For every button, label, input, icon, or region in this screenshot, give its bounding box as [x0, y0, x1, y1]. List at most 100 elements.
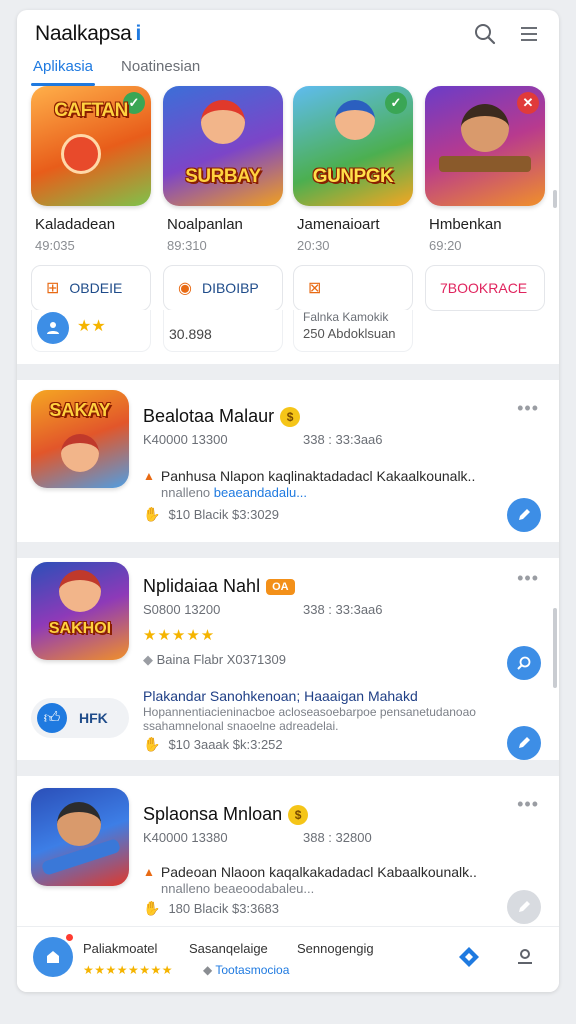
app-meta-sub: ◆ Baina Flabr X0371309: [143, 652, 286, 667]
close-badge-icon: ✕: [517, 92, 539, 114]
coin-icon: $: [288, 804, 309, 825]
more-options-icon[interactable]: •••: [517, 794, 539, 815]
app-stats: ✋ $10 3aaak $k:3:252: [143, 736, 283, 752]
chip-label: DIBOIBP: [201, 280, 259, 296]
section-divider: [17, 542, 559, 558]
chip-line: 250 Abdoklsuan: [303, 326, 396, 341]
thumb-icon: ✋: [143, 506, 161, 522]
app-art-text: GUNPGK: [312, 166, 394, 187]
user-icon[interactable]: [37, 312, 69, 344]
search-icon[interactable]: [473, 22, 497, 46]
character-art: [61, 434, 99, 472]
menu-icon[interactable]: [517, 22, 541, 46]
bottom-nav-item-2[interactable]: Sasanqelaige: [189, 941, 268, 956]
coin-icon: $: [280, 406, 301, 427]
thumb-icon: ✋: [143, 736, 161, 752]
featured-app-meta: 20:30: [297, 238, 330, 253]
featured-app-name: Kaladadean: [35, 216, 116, 233]
app-description-sub: nnalleno beaeoodabaleu...: [161, 881, 315, 896]
tag-icon: ◆: [143, 652, 157, 667]
character-art: [461, 104, 509, 152]
featured-app-meta: 69:20: [429, 238, 462, 253]
chip-bookrace[interactable]: 7BOOKRACE: [425, 265, 545, 311]
tag-badge: OA: [266, 578, 295, 595]
featured-app-icon-2[interactable]: SURBAY: [163, 86, 283, 206]
app-stats: ✋ 180 Blacik $3:3683: [143, 900, 280, 916]
scrollbar-thumb[interactable]: [553, 608, 557, 688]
featured-app-name: Jamenaioart: [297, 216, 380, 233]
featured-row: ✓ CAFTAN SURBAY ✓ GUNPGK ✕ Kaladadean 49…: [29, 86, 559, 253]
bottom-rating-text: ◆ Tootasmocioa: [203, 963, 290, 977]
thumbs-up-icon: 👍︎: [37, 703, 67, 733]
app-description: Plakandar Sanohkenoan; Haaaigan Mahakd: [143, 688, 418, 704]
app-icon: SAKAY: [31, 390, 129, 488]
character-art: [61, 134, 101, 174]
chip-value: 30.898: [169, 326, 212, 342]
character-art: [59, 570, 101, 612]
app-description-sub: nnalleno beaeandadalu...: [161, 485, 308, 500]
app-title: Nplidaiaa Nahl OA: [143, 576, 295, 597]
tag-icon: ◆: [203, 963, 216, 977]
hfk-button[interactable]: 👍︎ HFK: [31, 698, 129, 738]
featured-app-name: Noalpanlan: [167, 216, 243, 233]
top-bar: Naalkapsa i: [17, 10, 559, 58]
app-art-text: SAKAY: [49, 400, 111, 420]
app-list-item[interactable]: Splaonsa Mnloan $ ••• K40000 13380 388 : …: [17, 776, 559, 926]
bottom-star-rating: ★★★★★★★★: [83, 963, 174, 977]
app-meta-right: 338 : 33:3aa6: [303, 432, 383, 447]
grid-icon: ⊠: [308, 280, 322, 297]
profile-icon[interactable]: [513, 945, 537, 969]
chip-diboibp[interactable]: ◉ DIBOIBP: [163, 265, 283, 311]
chip-grid[interactable]: ⊠: [293, 265, 413, 311]
chip-label: OBDEIE: [69, 280, 123, 296]
section-divider: [17, 364, 559, 380]
app-art-text: SAKHOI: [48, 620, 112, 637]
more-options-icon[interactable]: •••: [517, 568, 539, 589]
edit-button[interactable]: [507, 726, 541, 760]
star-rating: ★★★★★: [143, 627, 216, 644]
weapon-art: [439, 156, 531, 172]
tab-aplikasia[interactable]: Aplikasia: [30, 56, 96, 86]
app-meta-left: K40000 13300: [143, 432, 228, 447]
hot-icon: ▲: [143, 469, 155, 483]
bottom-nav-item-3[interactable]: Sennogengig: [297, 941, 374, 956]
more-options-icon[interactable]: •••: [517, 398, 539, 419]
app-window: Naalkapsa i Aplikasia Noatinesian ✓ CAFTA…: [17, 10, 559, 992]
character-art: [57, 802, 101, 846]
edit-button[interactable]: [507, 498, 541, 532]
featured-app-meta: 89:310: [167, 238, 207, 253]
app-art-text: CAFTAN: [54, 100, 128, 121]
bottom-navigation: Paliakmoatel Sasanqelaige Sennogengig ★★…: [17, 926, 559, 992]
app-title: Naalkapsa i: [35, 22, 142, 45]
section-divider: [17, 760, 559, 776]
scrollbar-thumb[interactable]: [553, 190, 557, 208]
app-list-item[interactable]: SAKHOI Nplidaiaa Nahl OA ••• S0800 13200 …: [17, 558, 559, 760]
app-icon: [31, 788, 129, 886]
app-description: ▲ Padeoan Nlaoon kaqalkakadadacl Kabaalko…: [143, 864, 477, 880]
app-title: Bealotaa Malaur $: [143, 406, 301, 427]
tab-noatinesian[interactable]: Noatinesian: [121, 56, 200, 86]
chip-line: Falnka Kamokik: [303, 310, 389, 324]
edit-button[interactable]: [507, 890, 541, 924]
notification-dot: [65, 933, 74, 942]
app-icon: SAKHOI: [31, 562, 129, 660]
featured-app-icon-1[interactable]: ✓ CAFTAN: [31, 86, 151, 206]
app-art-text: SURBAY: [185, 166, 261, 187]
info-mark: i: [135, 22, 142, 45]
check-badge-icon: ✓: [385, 92, 407, 114]
camera-icon: ◉: [178, 280, 192, 297]
app-list-item[interactable]: SAKAY Bealotaa Malaur $ ••• K40000 13300 …: [17, 380, 559, 542]
bottom-nav-item-1[interactable]: Paliakmoatel: [83, 941, 157, 956]
search-action-button[interactable]: [507, 646, 541, 680]
app-title: Splaonsa Mnloan $: [143, 804, 309, 825]
chip-obdeie[interactable]: ⊞ OBDEIE: [31, 265, 151, 311]
diamond-icon[interactable]: [457, 945, 481, 969]
hot-icon: ▲: [143, 865, 155, 879]
featured-app-meta: 49:035: [35, 238, 75, 253]
app-stats: ✋ $10 Blacik $3:3029: [143, 506, 280, 522]
featured-app-icon-4[interactable]: ✕: [425, 86, 545, 206]
featured-app-icon-3[interactable]: ✓ GUNPGK: [293, 86, 413, 206]
thumb-icon: ✋: [143, 900, 161, 916]
home-button[interactable]: [33, 937, 73, 977]
star-rating-icon: ★★: [77, 318, 106, 335]
